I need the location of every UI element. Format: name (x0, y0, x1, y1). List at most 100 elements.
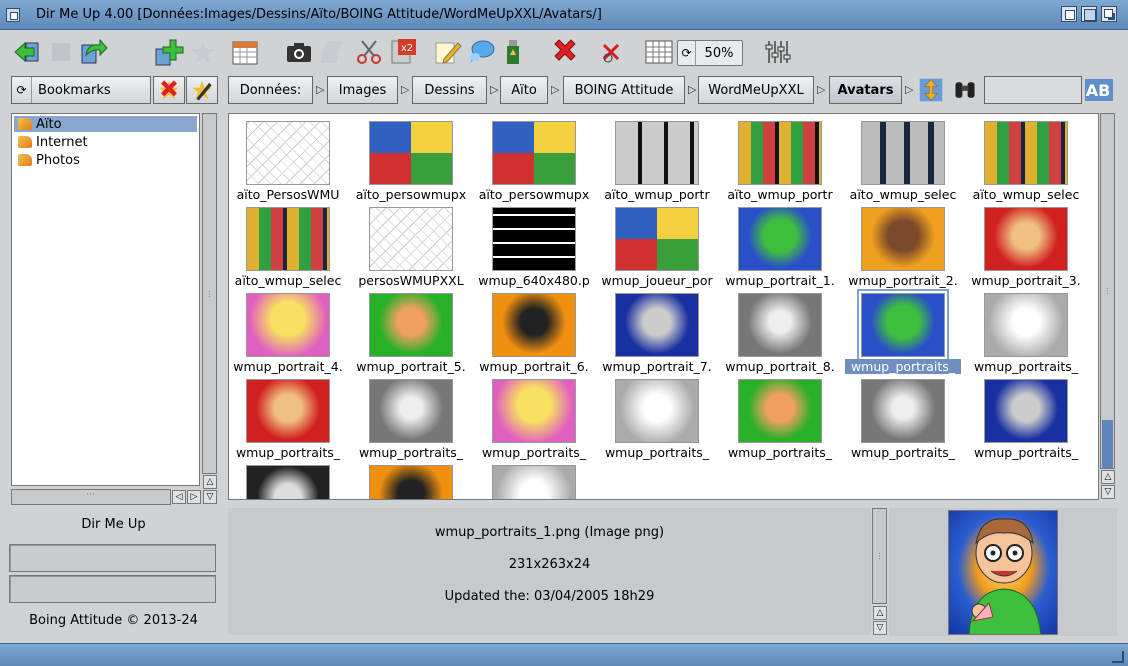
text-style-button[interactable]: AB (1084, 76, 1114, 104)
thumbnail-item[interactable]: aïto_wmup_selec (844, 117, 962, 203)
thumbnail-item[interactable]: wmup_portraits_ (475, 375, 593, 461)
thumbnail-item[interactable]: wmup_portraits_ (844, 375, 962, 461)
scroll-left-icon[interactable]: ◁ (172, 490, 186, 504)
breadcrumb-item[interactable]: Avatars (829, 76, 902, 104)
info-scrollbar[interactable]: ⋮ (872, 508, 887, 604)
thumbnail-image (369, 379, 453, 443)
bookmarks-hscrollbar[interactable]: ⋯ (11, 489, 171, 505)
breadcrumb-item[interactable]: Images (327, 76, 398, 104)
cancel-x-icon[interactable] (594, 35, 628, 69)
zoom-cycle-icon[interactable]: ⟳ (678, 41, 696, 65)
grid-scroll-down-icon[interactable]: ▽ (1101, 485, 1115, 499)
thumbnail-item[interactable] (352, 461, 470, 499)
thumbnail-item[interactable]: aïto_PersosWMU (229, 117, 347, 203)
remove-bookmark-button[interactable] (153, 76, 185, 104)
thumbnail-caption: wmup_portrait_3. (971, 273, 1081, 288)
thumbnail-caption: wmup_portraits_ (850, 445, 956, 460)
resize-grip-icon[interactable] (1112, 651, 1124, 663)
close-window-icon[interactable] (6, 8, 20, 22)
camera-icon[interactable] (282, 35, 316, 69)
thumbnail-caption: aïto_PersosWMU (236, 187, 340, 202)
thumbnail-item[interactable]: wmup_joueur_por (598, 203, 716, 289)
thumbnail-item[interactable]: wmup_portraits_ (229, 375, 347, 461)
thumbnail-item[interactable]: wmup_portraits_ (598, 375, 716, 461)
thumbnail-item[interactable]: wmup_portraits_ (967, 375, 1085, 461)
breadcrumb-item[interactable]: Données: (228, 76, 313, 104)
thumbnail-item[interactable]: wmup_portrait_7. (598, 289, 716, 375)
search-input[interactable] (984, 76, 1082, 104)
thumbnail-item[interactable]: wmup_640x480.p (475, 203, 593, 289)
thumbnail-image (492, 293, 576, 357)
settings-sliders-icon[interactable] (760, 35, 794, 69)
grid-scroll-thumb[interactable] (1102, 420, 1113, 468)
thumbnail-caption: aïto_wmup_selec (849, 187, 957, 202)
iconify-icon[interactable] (1061, 6, 1077, 22)
thumbnail-item[interactable]: aïto_persowmupx (352, 117, 470, 203)
bookmarks-selector-label: Bookmarks (38, 82, 111, 98)
edit-bookmark-button[interactable] (186, 76, 218, 104)
thumbnail-item[interactable]: wmup_portrait_4. (229, 289, 347, 375)
thumbnail-item[interactable] (475, 461, 593, 499)
x2-icon[interactable]: x2 (386, 35, 420, 69)
breadcrumb-item[interactable]: Dessins (412, 76, 487, 104)
zoom-value: 50% (704, 45, 734, 61)
bookmark-item[interactable]: Internet (14, 134, 197, 150)
cycle-icon: ⟳ (12, 77, 32, 103)
usb-icon[interactable] (496, 35, 530, 69)
thumbnail-item[interactable]: wmup_portraits_ (352, 375, 470, 461)
thumbnail-item[interactable]: wmup_portrait_2. (844, 203, 962, 289)
thumbnail-image (984, 207, 1068, 271)
thumbnail-item[interactable]: wmup_portraits_ (721, 375, 839, 461)
thumbnail-item[interactable]: wmup_portrait_5. (352, 289, 470, 375)
thumbnail-image (615, 379, 699, 443)
info-scroll-down-icon[interactable]: ▽ (873, 621, 887, 635)
scroll-down-icon[interactable]: ▽ (203, 490, 217, 504)
thumbnail-item[interactable]: aïto_wmup_selec (229, 203, 347, 289)
thumbnail-image (369, 121, 453, 185)
thumbnail-item[interactable]: wmup_portraits_ (967, 289, 1085, 375)
thumbnail-item[interactable] (229, 461, 347, 499)
zoom-cycle[interactable]: ⟳ 50% (677, 40, 743, 66)
bookmark-item[interactable]: Photos (14, 152, 197, 168)
thumbnail-item[interactable]: aïto_wmup_selec (967, 117, 1085, 203)
delete-icon[interactable] (548, 35, 582, 69)
depth-icon[interactable] (1101, 6, 1117, 22)
breadcrumb-item[interactable]: Aïto (500, 76, 548, 104)
bookmarks-selector[interactable]: ⟳ Bookmarks (11, 76, 151, 104)
bookmarks-scrollbar[interactable]: ⋮ (202, 113, 217, 474)
back-arrow-icon[interactable] (10, 35, 44, 69)
toolbar: x2 (0, 31, 1128, 73)
thumbnail-item[interactable]: aïto_persowmupx (475, 117, 593, 203)
grid-scrollbar[interactable]: ⋮ (1100, 113, 1115, 469)
info-scroll-up-icon[interactable]: △ (873, 606, 887, 620)
pencil-icon[interactable] (430, 35, 464, 69)
binoculars-button[interactable] (950, 76, 980, 104)
thumbnail-item[interactable]: aïto_wmup_portr (721, 117, 839, 203)
thumbnail-caption: wmup_640x480.p (478, 273, 590, 288)
thumbnail-item[interactable]: wmup_portrait_3. (967, 203, 1085, 289)
scissors-icon[interactable] (352, 35, 386, 69)
breadcrumb-item[interactable]: WordMeUpXXL (698, 76, 814, 104)
title-bar[interactable]: Dir Me Up 4.00 [Données:Images/Dessins/A… (0, 0, 1128, 30)
calendar-icon[interactable] (228, 35, 262, 69)
scroll-right-icon[interactable]: ▷ (187, 490, 201, 504)
bookmark-item[interactable]: Aïto (14, 116, 197, 132)
add-bookmark-icon[interactable] (152, 35, 186, 69)
thumbnail-item[interactable]: wmup_portrait_8. (721, 289, 839, 375)
thumbnail-item[interactable]: wmup_portrait_1. (721, 203, 839, 289)
thumbnail-caption: wmup_portraits_ (604, 445, 710, 460)
scroll-up-icon[interactable]: △ (203, 475, 217, 489)
forward-arrow-icon[interactable] (76, 35, 110, 69)
thumbnail-item[interactable]: wmup_portraits_ (844, 289, 962, 375)
sort-arrows-button[interactable] (916, 76, 946, 104)
zoom-window-icon[interactable] (1081, 6, 1097, 22)
chat-bubble-icon[interactable] (464, 35, 498, 69)
breadcrumb-item[interactable]: BOING Attitude (563, 76, 685, 104)
grid-view-icon[interactable] (642, 35, 676, 69)
thumbnail-caption: persosWMUPXXL (358, 273, 464, 288)
thumbnail-item[interactable]: wmup_portrait_6. (475, 289, 593, 375)
breadcrumb-separator-icon: ▷ (490, 83, 499, 96)
thumbnail-item[interactable]: aïto_wmup_portr (598, 117, 716, 203)
grid-scroll-up-icon[interactable]: △ (1101, 470, 1115, 484)
thumbnail-item[interactable]: persosWMUPXXL (352, 203, 470, 289)
